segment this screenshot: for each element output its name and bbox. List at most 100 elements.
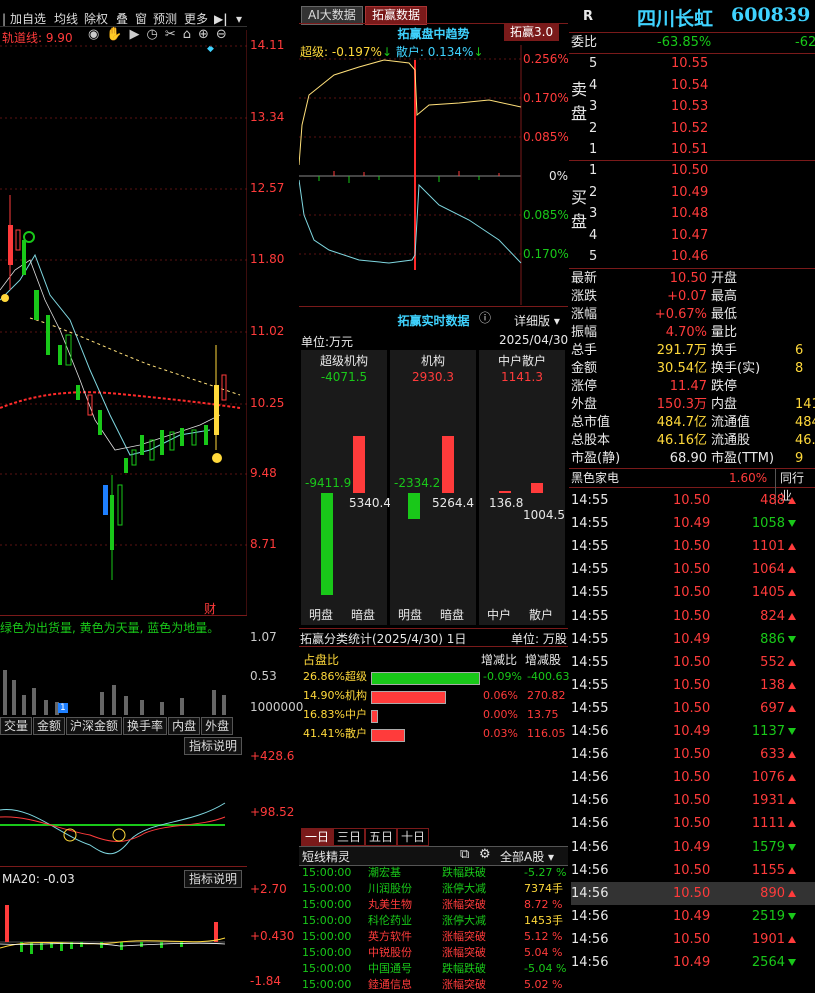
buys-row[interactable]: 3 10.48 bbox=[589, 205, 815, 223]
indicator-tabs: 交量 金额 沪深金额 换手率 内盘 外盘 bbox=[0, 717, 234, 735]
tick-row[interactable]: 14:56 10.50 1931 bbox=[571, 789, 815, 812]
forecast-button[interactable]: 预测 bbox=[151, 10, 179, 28]
class-name: 中户 bbox=[345, 708, 367, 721]
indicator1-chart[interactable] bbox=[0, 755, 247, 865]
tab-1day[interactable]: 一日 bbox=[301, 828, 333, 846]
overlay-button[interactable]: 叠 bbox=[114, 10, 130, 28]
tick-row[interactable]: 14:56 10.49 1137 bbox=[571, 720, 815, 743]
sprite-row[interactable]: 15:00:00 英方软件 涨幅突破 5.12 % bbox=[302, 929, 567, 945]
buys-row[interactable]: 5 10.46 bbox=[589, 248, 815, 266]
class-row[interactable]: 14.90% 机构 0.06% 270.82 bbox=[301, 688, 567, 704]
sells-row[interactable]: 4 10.54 bbox=[589, 77, 815, 95]
down-arrow-icon bbox=[787, 951, 796, 974]
tick-row[interactable]: 14:56 10.49 2564 bbox=[571, 951, 815, 974]
sprite-stock[interactable]: 中锐股份 bbox=[368, 945, 412, 961]
tab-10day[interactable]: 十日 bbox=[397, 828, 429, 846]
tick-row[interactable]: 14:55 10.50 1405 bbox=[571, 581, 815, 604]
tick-row[interactable]: 14:55 10.50 138 bbox=[571, 674, 815, 697]
sprite-type: 涨幅突破 bbox=[442, 898, 486, 911]
tick-row[interactable]: 14:56 10.49 2519 bbox=[571, 905, 815, 928]
tick-row[interactable]: 14:56 10.50 890 bbox=[571, 881, 815, 905]
more-button[interactable]: 更多 bbox=[182, 10, 210, 28]
sprite-stock[interactable]: 潮宏基 bbox=[368, 865, 401, 881]
tick-row[interactable]: 14:55 10.49 1058 bbox=[571, 512, 815, 535]
indicator2-chart[interactable] bbox=[0, 890, 247, 987]
class-row[interactable]: 16.83% 中户 0.00% 13.75 bbox=[301, 707, 567, 723]
class-row[interactable]: 26.86% 超级 -0.09% -400.63 bbox=[301, 669, 569, 685]
sprite-value: 5.12 % bbox=[524, 930, 563, 943]
info-icon[interactable]: ⓘ bbox=[479, 309, 491, 326]
tick-volume: 1137 bbox=[751, 724, 785, 739]
sprite-value: -5.27 % bbox=[524, 866, 567, 879]
popout-icon[interactable]: ⧉ bbox=[460, 847, 469, 862]
sprite-stock[interactable]: 川润股份 bbox=[368, 881, 412, 897]
tab-turnover[interactable]: 换手率 bbox=[123, 717, 168, 735]
tab-inner[interactable]: 内盘 bbox=[168, 717, 201, 735]
indicator-help-button[interactable]: 指标说明 bbox=[184, 737, 243, 755]
buys-row[interactable]: 2 10.49 bbox=[589, 184, 815, 202]
add-watchlist-button[interactable]: 加自选 bbox=[8, 10, 48, 28]
quote-row: 市盈(静) 68.90 市盈(TTM) 9 bbox=[571, 450, 815, 468]
tick-row[interactable]: 14:56 10.50 1076 bbox=[571, 766, 815, 789]
sprite-filter-select[interactable]: 全部A股 ▾ bbox=[500, 848, 554, 865]
kline-chart[interactable] bbox=[0, 30, 247, 615]
sprite-stock[interactable]: 丸美生物 bbox=[368, 897, 412, 913]
dropdown-icon[interactable]: ▾ bbox=[234, 10, 244, 28]
sprite-row[interactable]: 15:00:00 科伦药业 涨停大减 1453手 bbox=[302, 913, 567, 929]
gear-icon[interactable]: ⚙ bbox=[479, 847, 491, 862]
sprite-stock[interactable]: 科伦药业 bbox=[368, 913, 412, 929]
indicator-tick: +428.6 bbox=[250, 749, 295, 763]
class-row[interactable]: 41.41% 散户 0.03% 116.05 bbox=[301, 726, 567, 742]
sprite-row[interactable]: 15:00:00 中锐股份 涨幅突破 5.04 % bbox=[302, 945, 567, 961]
tab-3day[interactable]: 三日 bbox=[333, 828, 365, 846]
quote-value: +0.07 bbox=[667, 289, 707, 304]
tab-5day[interactable]: 五日 bbox=[365, 828, 397, 846]
sprite-stock[interactable]: 英方软件 bbox=[368, 929, 412, 945]
tab-hs-amount[interactable]: 沪深金额 bbox=[66, 717, 123, 735]
tick-row[interactable]: 14:56 10.50 1111 bbox=[571, 812, 815, 835]
volume-chart[interactable] bbox=[0, 640, 247, 715]
quote-row: 总市值484.7亿流通值484 bbox=[571, 414, 815, 432]
divider bbox=[299, 306, 568, 307]
buys-row[interactable]: 4 10.47 bbox=[589, 227, 815, 245]
tab-volume[interactable]: 交量 bbox=[0, 717, 33, 735]
indicator2-help-button[interactable]: 指标说明 bbox=[184, 870, 243, 888]
tick-row[interactable]: 14:55 10.50 1101 bbox=[571, 535, 815, 558]
tick-row[interactable]: 14:56 10.50 633 bbox=[571, 743, 815, 766]
kline-panel[interactable]: | 加自选 均线 除权 叠 窗 预测 更多 ▶| ▾ 轨道线: 9.90 ◉✋▶… bbox=[0, 0, 303, 988]
sells-row[interactable]: 5 10.55 bbox=[589, 55, 815, 73]
tick-row[interactable]: 14:55 10.50 824 bbox=[571, 605, 815, 628]
intraday-trend-chart[interactable] bbox=[299, 45, 568, 305]
sprite-row[interactable]: 15:00:00 潮宏基 跌幅跌破 -5.27 % bbox=[302, 865, 567, 881]
tick-row[interactable]: 14:55 10.49 886 bbox=[571, 628, 815, 651]
tick-row[interactable]: 14:56 10.49 1579 bbox=[571, 836, 815, 859]
sprite-row[interactable]: 15:00:00 丸美生物 涨幅突破 8.72 % bbox=[302, 897, 567, 913]
version-badge[interactable]: 拓赢3.0 bbox=[504, 24, 560, 41]
sells-row[interactable]: 3 10.53 bbox=[589, 98, 815, 116]
detail-version-button[interactable]: 详细版 ▾ bbox=[514, 312, 560, 329]
expand-icon[interactable]: ▶| bbox=[212, 10, 230, 28]
ma-button[interactable]: 均线 bbox=[52, 10, 80, 28]
sprite-stock[interactable]: 錴通信息 bbox=[368, 977, 412, 993]
tab-outer[interactable]: 外盘 bbox=[201, 717, 234, 735]
tab-amount[interactable]: 金额 bbox=[33, 717, 66, 735]
sprite-row[interactable]: 15:00:00 錴通信息 涨幅突破 5.02 % bbox=[302, 977, 567, 993]
tick-row[interactable]: 14:55 10.50 488 bbox=[571, 489, 815, 512]
exright-button[interactable]: 除权 bbox=[82, 10, 110, 28]
sprite-row[interactable]: 15:00:00 川润股份 涨停大减 7374手 bbox=[302, 881, 567, 897]
buys-row[interactable]: 1 10.50 bbox=[589, 162, 815, 180]
tick-row[interactable]: 14:55 10.50 1064 bbox=[571, 558, 815, 581]
sprite-row[interactable]: 15:00:00 中国通号 跌幅跌破 -5.04 % bbox=[302, 961, 567, 977]
sells-row[interactable]: 2 10.52 bbox=[589, 120, 815, 138]
sprite-stock[interactable]: 中国通号 bbox=[368, 961, 412, 977]
tick-row[interactable]: 14:56 10.50 1901 bbox=[571, 928, 815, 951]
volume-tag: 1 bbox=[58, 703, 68, 713]
class-name: 散户 bbox=[345, 727, 367, 740]
trend-tick: 0.256% bbox=[523, 52, 569, 66]
tick-row[interactable]: 14:55 10.50 552 bbox=[571, 651, 815, 674]
tick-row[interactable]: 14:55 10.50 697 bbox=[571, 697, 815, 720]
window-button[interactable]: 窗 bbox=[133, 10, 149, 28]
sells-row[interactable]: 1 10.51 bbox=[589, 141, 815, 159]
tick-row[interactable]: 14:56 10.50 1155 bbox=[571, 859, 815, 882]
sector-row[interactable]: 黑色家电 1.60% 同行业 bbox=[569, 468, 815, 505]
